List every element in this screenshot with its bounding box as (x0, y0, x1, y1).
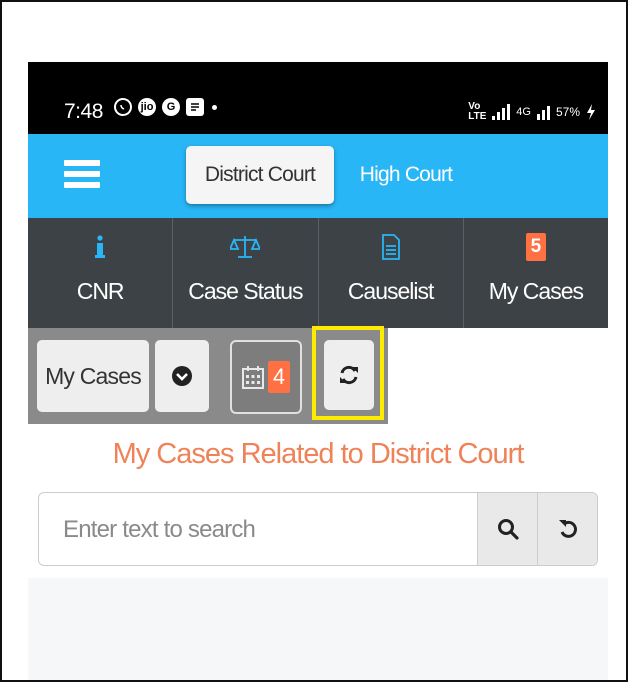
menu-label-cnr: CNR (76, 278, 125, 304)
hamburger-menu-icon[interactable] (64, 160, 100, 194)
dropdown-button[interactable] (155, 340, 209, 412)
balance-scale-icon (173, 232, 317, 262)
status-bar: 7:48 jio G Vo LTE 4G 57% (28, 62, 608, 134)
menu-item-cnr[interactable]: CNR (28, 218, 174, 328)
menu-label-case-status: Case Status (188, 278, 303, 304)
system-indicators: Vo LTE 4G 57% (468, 102, 596, 122)
top-nav: District Court High Court (28, 134, 608, 218)
notification-icons: jio G (114, 98, 217, 116)
app-icon (186, 98, 204, 116)
chevron-circle-down-icon (172, 366, 192, 386)
calendar-count-badge: 4 (268, 361, 290, 393)
menu-label-causelist: Causelist (347, 278, 435, 304)
main-menu: CNR Case Status Causelist 5 My Cases (28, 218, 608, 328)
whatsapp-icon (114, 98, 132, 116)
status-time: 7:48 (64, 100, 103, 123)
menu-item-causelist[interactable]: Causelist (319, 218, 464, 328)
signal-type: 4G (516, 106, 531, 118)
search-icon (498, 519, 519, 540)
screenshot-frame: 7:48 jio G Vo LTE 4G 57% District Court … (0, 0, 628, 682)
menu-item-my-cases[interactable]: 5 My Cases (464, 218, 608, 328)
signal-icon (492, 104, 511, 120)
g-icon: G (162, 98, 180, 116)
my-cases-button[interactable]: My Cases (37, 340, 149, 412)
calendar-button[interactable]: 4 (230, 340, 302, 414)
network-label: Vo LTE (468, 101, 487, 122)
phone-screen: 7:48 jio G Vo LTE 4G 57% District Court … (28, 62, 608, 680)
tab-high-court[interactable]: High Court (346, 146, 466, 204)
menu-label-my-cases: My Cases (488, 278, 584, 304)
refresh-highlight (312, 326, 384, 420)
dot-icon (212, 104, 217, 110)
signal-icon-2 (536, 104, 550, 120)
page-title: My Cases Related to District Court (112, 438, 525, 470)
reset-button[interactable] (537, 493, 597, 565)
info-icon (28, 232, 172, 262)
calendar-icon (242, 366, 264, 389)
my-cases-count-badge: 5 (525, 233, 546, 261)
document-icon (319, 232, 463, 262)
case-toolbar: My Cases 4 (28, 326, 388, 424)
charging-icon (587, 104, 595, 120)
battery-percent: 57% (555, 105, 580, 119)
menu-item-case-status[interactable]: Case Status (173, 218, 319, 328)
refresh-button[interactable] (324, 340, 374, 410)
toolbar-blank (388, 328, 608, 424)
refresh-icon (340, 365, 358, 385)
tab-district-court[interactable]: District Court (186, 146, 334, 204)
jio-icon: jio (138, 98, 156, 116)
search-button[interactable] (477, 493, 538, 565)
search-input[interactable] (39, 493, 503, 565)
search-bar (38, 492, 598, 566)
content-area (28, 578, 608, 680)
reset-icon (559, 520, 577, 538)
